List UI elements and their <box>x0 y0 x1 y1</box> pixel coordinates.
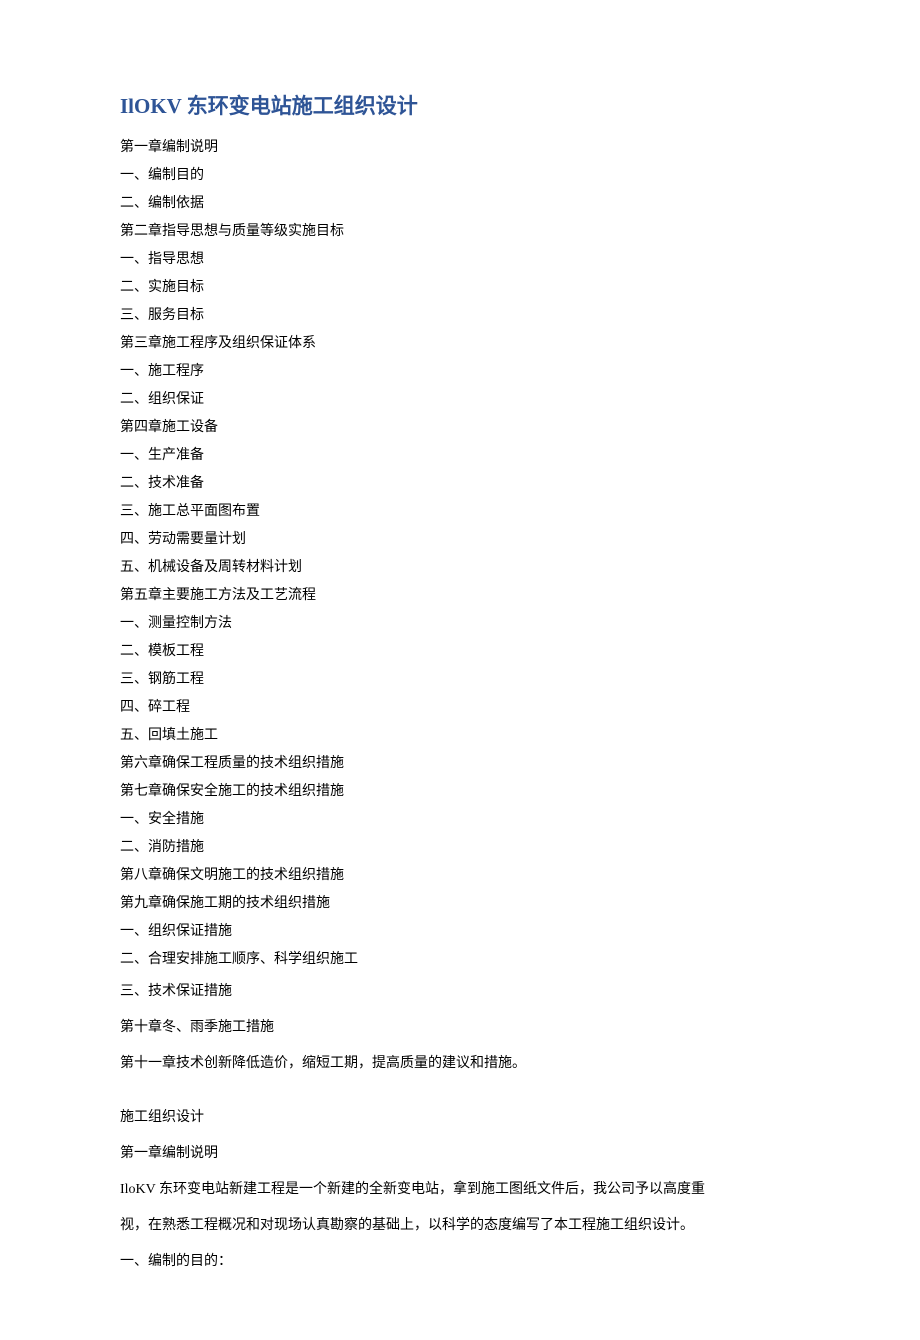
toc-item: 四、劳动需要量计划 <box>120 526 800 554</box>
toc-item: 二、模板工程 <box>120 638 800 666</box>
toc-item: 一、组织保证措施 <box>120 918 800 946</box>
toc-item: 第四章施工设备 <box>120 414 800 442</box>
toc-item: 第六章确保工程质量的技术组织措施 <box>120 750 800 778</box>
toc-item: 第九章确保施工期的技术组织措施 <box>120 890 800 918</box>
toc-item: 第十章冬、雨季施工措施 <box>120 1010 800 1046</box>
body-text: 一、编制的目的： <box>120 1244 800 1280</box>
toc-item: 第八章确保文明施工的技术组织措施 <box>120 862 800 890</box>
toc-item: 一、安全措施 <box>120 806 800 834</box>
toc-item: 二、合理安排施工顺序、科学组织施工 <box>120 946 800 974</box>
spacer <box>120 1082 800 1100</box>
toc-item: 二、实施目标 <box>120 274 800 302</box>
toc-item: 二、组织保证 <box>120 386 800 414</box>
page-title: IlOKV 东环变电站施工组织设计 <box>120 90 800 120</box>
toc-item: 五、机械设备及周转材料计划 <box>120 554 800 582</box>
document-page: IlOKV 东环变电站施工组织设计 第一章编制说明 一、编制目的 二、编制依据 … <box>0 0 920 1340</box>
toc-item: 第三章施工程序及组织保证体系 <box>120 330 800 358</box>
toc-item: 一、生产准备 <box>120 442 800 470</box>
body-text: IloKV 东环变电站新建工程是一个新建的全新变电站，拿到施工图纸文件后，我公司… <box>120 1172 800 1208</box>
toc-item: 一、施工程序 <box>120 358 800 386</box>
toc-item: 第五章主要施工方法及工艺流程 <box>120 582 800 610</box>
toc-item: 三、施工总平面图布置 <box>120 498 800 526</box>
toc-item: 二、消防措施 <box>120 834 800 862</box>
toc-item: 二、编制依据 <box>120 190 800 218</box>
body-text: 施工组织设计 <box>120 1100 800 1136</box>
toc-item: 五、回填土施工 <box>120 722 800 750</box>
toc-item: 第七章确保安全施工的技术组织措施 <box>120 778 800 806</box>
toc-item: 一、测量控制方法 <box>120 610 800 638</box>
toc-item: 二、技术准备 <box>120 470 800 498</box>
toc-item: 第十一章技术创新降低造价，缩短工期，提高质量的建议和措施。 <box>120 1046 800 1082</box>
body-text: 视，在熟悉工程概况和对现场认真勘察的基础上，以科学的态度编写了本工程施工组织设计… <box>120 1208 800 1244</box>
toc-item: 第二章指导思想与质量等级实施目标 <box>120 218 800 246</box>
toc-item: 四、碎工程 <box>120 694 800 722</box>
toc-item: 三、钢筋工程 <box>120 666 800 694</box>
toc-item: 三、服务目标 <box>120 302 800 330</box>
toc-item: 一、指导思想 <box>120 246 800 274</box>
body-text: 第一章编制说明 <box>120 1136 800 1172</box>
toc-item: 第一章编制说明 <box>120 134 800 162</box>
toc-item: 一、编制目的 <box>120 162 800 190</box>
toc-item: 三、技术保证措施 <box>120 974 800 1010</box>
